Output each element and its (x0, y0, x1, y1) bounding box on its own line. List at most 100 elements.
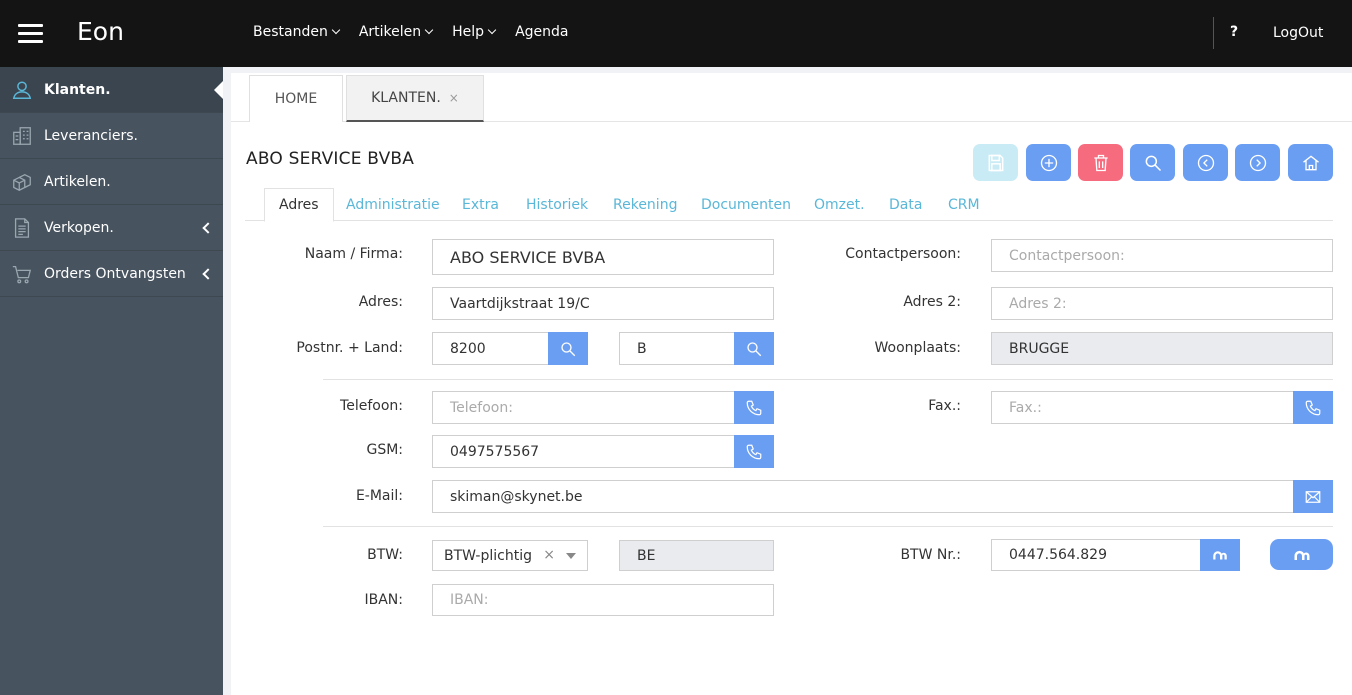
iban-label: IBAN: (364, 592, 404, 608)
contactpersoon-input[interactable]: Contactpersoon: (991, 239, 1333, 272)
fax-call-button[interactable] (1293, 391, 1333, 424)
land-search-button[interactable] (734, 332, 774, 365)
delete-button[interactable] (1078, 144, 1123, 181)
help-button[interactable]: ? (1230, 24, 1238, 40)
phone-icon (746, 444, 762, 459)
btw-country-input[interactable]: BE (619, 540, 774, 571)
btw-nr-input[interactable]: 0447.564.829 (991, 539, 1201, 571)
adres-label: Adres: (358, 294, 403, 310)
add-button[interactable] (1026, 144, 1071, 181)
clear-icon[interactable]: × (543, 547, 555, 563)
woonplaats-label: Woonplaats: (874, 340, 961, 356)
vies-lookup-button[interactable] (1270, 539, 1333, 570)
close-tab-icon[interactable]: × (449, 91, 459, 105)
land-input[interactable]: B (619, 332, 735, 365)
chevron-left-icon (202, 268, 214, 280)
postnr-search-button[interactable] (548, 332, 588, 365)
search-icon (561, 341, 576, 356)
phone-icon (1305, 400, 1321, 415)
plus-circle-icon (1040, 154, 1057, 171)
tab-rekening[interactable]: Rekening (613, 188, 677, 221)
previous-button[interactable] (1183, 144, 1228, 181)
tab-crm[interactable]: CRM (948, 188, 980, 221)
save-button[interactable] (973, 144, 1018, 181)
email-label: E-Mail: (355, 488, 403, 504)
adres2-input[interactable]: Adres 2: (991, 287, 1333, 320)
vies-logo-icon (1294, 550, 1309, 560)
fax-input[interactable]: Fax.: (991, 391, 1294, 424)
tab-omzet[interactable]: Omzet. (814, 188, 865, 221)
tab-historiek[interactable]: Historiek (526, 188, 588, 221)
tab-administratie[interactable]: Administratie (346, 188, 440, 221)
search-icon (1145, 155, 1161, 171)
menu-bestanden[interactable]: Bestanden (253, 24, 341, 40)
chevron-down-icon (331, 25, 341, 35)
fax-label: Fax.: (928, 398, 961, 414)
sidebar-item-verkopen[interactable]: Verkopen. (0, 205, 223, 251)
tab-home[interactable]: HOME (249, 75, 343, 122)
btw-nr-label: BTW Nr.: (900, 547, 961, 563)
section-divider (323, 526, 1333, 527)
home-button[interactable] (1288, 144, 1333, 181)
telefoon-label: Telefoon: (340, 398, 403, 414)
chevron-left-icon (202, 222, 214, 234)
tab-klanten[interactable]: KLANTEN. × (346, 75, 484, 122)
envelope-icon (1305, 490, 1321, 503)
menu-help[interactable]: Help (452, 24, 497, 40)
iban-input[interactable]: IBAN: (432, 584, 774, 616)
sidebar-item-artikelen[interactable]: Artikelen. (0, 159, 223, 205)
naam-label: Naam / Firma: (304, 246, 403, 262)
sidebar: Klanten. Leveranciers. Artikelen. Verkop… (0, 67, 223, 695)
topbar-divider (1213, 17, 1214, 49)
tab-data[interactable]: Data (889, 188, 922, 221)
boxes-icon (13, 173, 31, 191)
building-icon (13, 127, 31, 145)
document-icon (14, 218, 30, 238)
cart-icon (12, 266, 32, 284)
telefoon-call-button[interactable] (734, 391, 774, 424)
dropdown-caret-icon (566, 553, 576, 559)
trash-icon (1093, 154, 1108, 171)
user-icon (12, 81, 32, 99)
postnr-input[interactable]: 8200 (432, 332, 549, 365)
vies-logo-icon (1213, 551, 1227, 560)
email-send-button[interactable] (1293, 480, 1333, 513)
logout-button[interactable]: LogOut (1273, 25, 1323, 41)
gsm-call-button[interactable] (734, 435, 774, 468)
tab-adres[interactable]: Adres (264, 188, 334, 222)
gsm-input[interactable]: 0497575567 (432, 435, 735, 468)
woonplaats-input[interactable]: BRUGGE (991, 332, 1333, 365)
home-icon (1302, 154, 1319, 170)
gsm-label: GSM: (366, 442, 403, 458)
email-input[interactable]: skiman@skynet.be (432, 480, 1294, 513)
naam-input[interactable]: ABO SERVICE BVBA (432, 239, 774, 275)
btw-select[interactable]: BTW-plichtig × (432, 540, 588, 571)
telefoon-input[interactable]: Telefoon: (432, 391, 735, 424)
postnr-label: Postnr. + Land: (296, 340, 403, 356)
app-brand[interactable]: Eon (77, 17, 124, 46)
sidebar-item-klanten[interactable]: Klanten. (0, 67, 223, 113)
section-divider (323, 379, 1333, 380)
sidebar-item-orders-ontvangsten[interactable]: Orders Ontvangsten (0, 251, 223, 297)
menu-agenda[interactable]: Agenda (515, 24, 568, 40)
form-tabs: Adres Administratie Extra Historiek Reke… (245, 188, 1333, 222)
record-title: ABO SERVICE BVBA (246, 149, 415, 169)
top-menu: Bestanden Artikelen Help Agenda (253, 24, 588, 40)
search-button[interactable] (1130, 144, 1175, 181)
tab-documenten[interactable]: Documenten (701, 188, 791, 221)
btw-verify-button[interactable] (1200, 539, 1240, 571)
chevron-down-icon (424, 25, 434, 35)
main-content: HOME KLANTEN. × ABO SERVICE BVBA Adres Ad… (231, 73, 1352, 695)
tab-extra[interactable]: Extra (462, 188, 499, 221)
top-navbar: Eon Bestanden Artikelen Help Agenda ? Lo… (0, 0, 1352, 67)
next-button[interactable] (1235, 144, 1280, 181)
hamburger-menu-icon[interactable] (18, 24, 43, 44)
sidebar-item-leveranciers[interactable]: Leveranciers. (0, 113, 223, 159)
active-indicator (214, 81, 223, 99)
adres2-label: Adres 2: (903, 294, 961, 310)
save-icon (988, 154, 1003, 171)
chevron-down-icon (487, 25, 497, 35)
adres-input[interactable]: Vaartdijkstraat 19/C (432, 287, 774, 320)
phone-icon (746, 400, 762, 415)
menu-artikelen[interactable]: Artikelen (359, 24, 434, 40)
